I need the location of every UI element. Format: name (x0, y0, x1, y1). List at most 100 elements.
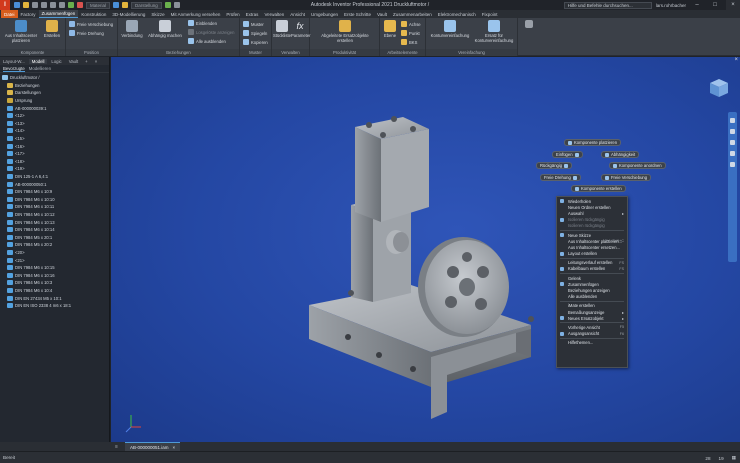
appearance-icon[interactable] (122, 2, 129, 8)
pattern-button[interactable]: Muster (243, 21, 264, 27)
ribbon-tab[interactable]: Factory (18, 10, 39, 18)
marking-menu-undo[interactable]: Rückgängig (536, 162, 573, 169)
tree-node[interactable]: DIN 7984 M6 x 10:13 (0, 218, 109, 226)
update-icon[interactable] (77, 2, 83, 8)
save-icon[interactable] (32, 2, 38, 8)
browser-tab[interactable]: Modell (28, 58, 48, 64)
marking-menu-place-component[interactable]: Komponente platzieren (564, 139, 622, 146)
marking-menu-paste[interactable]: Einfügen (552, 151, 583, 158)
tree-node[interactable]: DIN EN 27434 M5 x 10:1 (0, 294, 109, 302)
steering-wheel-icon[interactable] (730, 118, 735, 123)
return-icon[interactable] (68, 2, 74, 8)
tree-node[interactable]: DIN 7984 M6 x 10:11 (0, 203, 109, 211)
copy-button[interactable]: Kopieren (243, 39, 268, 45)
context-menu-item[interactable]: Kabelbaum erstellen FS (557, 266, 627, 272)
hide-all-button[interactable]: Alle ausblenden (188, 38, 226, 44)
ribbon-tab[interactable]: Datei (1, 10, 18, 18)
minimize-icon[interactable]: – (690, 0, 704, 10)
tree-node[interactable]: <15> (0, 135, 109, 143)
help-search-input[interactable]: Hilfe und Befehle durchsuchen... (563, 1, 652, 9)
constrain-button[interactable]: Abhängig machen (146, 20, 184, 38)
tree-node[interactable]: AB-000000050:1 (0, 180, 109, 188)
document-tab-close-icon[interactable]: × (173, 445, 176, 450)
ribbon-tab[interactable]: Ansicht (287, 10, 308, 18)
marking-menu-free-rotate[interactable]: Freie Drehung (540, 174, 581, 181)
context-menu-item[interactable]: Hilfethemen... (557, 340, 627, 346)
tree-node[interactable]: DIN 7984 M6 x 10:9 (0, 188, 109, 196)
viewcube[interactable] (708, 77, 730, 99)
navigation-bar[interactable] (728, 112, 737, 262)
browser-tab[interactable]: + (82, 59, 91, 64)
orbit-icon[interactable] (730, 151, 735, 156)
open-file-icon[interactable] (23, 2, 29, 8)
parameters-button[interactable]: fx Parameter (291, 20, 311, 38)
close-icon[interactable]: × (726, 0, 740, 10)
browser-tab[interactable]: Vault (66, 59, 81, 64)
cylinder-front[interactable] (355, 127, 381, 222)
show-button[interactable]: Einblenden (188, 20, 217, 26)
tree-node[interactable]: DIN 125-1 A 6,4:1 (0, 173, 109, 181)
tree-node[interactable]: Darstellungen (0, 89, 109, 97)
ribbon-tab[interactable]: Skizze (148, 10, 167, 18)
ribbon-tab[interactable]: Prüfen (223, 10, 242, 18)
ribbon-tab[interactable]: Extras (243, 10, 262, 18)
marking-menu-free-move[interactable]: Freie Verschiebung (601, 174, 652, 181)
ribbon-tab[interactable]: Zusammenarbeiten (390, 10, 435, 18)
tree-node[interactable]: DIN 7984 M6 x 10:16 (0, 271, 109, 279)
tree-node[interactable]: <12> (0, 112, 109, 120)
context-menu-item[interactable]: Layout erstellen (557, 251, 627, 257)
assembly-model[interactable] (111, 57, 740, 442)
joint-button[interactable]: Verbindung (120, 20, 144, 38)
tree-node[interactable]: <19> (0, 165, 109, 173)
new-file-icon[interactable] (14, 2, 20, 8)
measure-icon[interactable] (173, 2, 180, 8)
tree-node[interactable]: <14> (0, 127, 109, 135)
tree-node[interactable]: DIN 7984 M6 x 10:4 (0, 287, 109, 295)
tree-node[interactable]: DIN 7984 M5 x 20:1 (0, 233, 109, 241)
tree-node[interactable]: <17> (0, 150, 109, 158)
appearance-dropdown[interactable]: Darstellung (131, 1, 162, 9)
tab-menu-icon[interactable]: ≡ (115, 444, 118, 450)
browser-tab[interactable]: Layout-W... (0, 59, 28, 64)
marking-menu-constraint[interactable]: Abhängigkeit (601, 151, 640, 158)
tree-node[interactable]: <21> (0, 256, 109, 264)
cylinder-side[interactable] (381, 129, 429, 222)
axis-button[interactable]: Achse (401, 21, 421, 27)
ribbon-tab[interactable]: Vault (374, 10, 390, 18)
marking-menu-arrange[interactable]: Komponente anordnen (609, 162, 666, 169)
tree-node[interactable]: <13> (0, 120, 109, 128)
derived-substitutes-button[interactable]: Abgeleitete Ersatzobjekte erstellen (314, 20, 376, 43)
browser-tab[interactable]: Logic (48, 59, 64, 64)
free-move-button[interactable]: Freie Verschiebung (69, 21, 113, 27)
user-name[interactable]: lars.rohrbacher (656, 3, 686, 8)
ribbon-tab[interactable]: Konstruktion (78, 10, 109, 18)
tree-node[interactable]: DIN 7984 M6 x 10:15 (0, 264, 109, 272)
show-sick-button[interactable]: Losgelöste anzeigen (188, 29, 234, 35)
tree-node[interactable]: DIN EN ISO 2338 4 m6 x 18:1 (0, 302, 109, 310)
plane-button[interactable]: Ebene (381, 20, 399, 38)
undo-icon[interactable] (41, 2, 47, 8)
tree-node[interactable]: DIN 7984 M5 x 20:2 (0, 241, 109, 249)
tree-node[interactable]: <20> (0, 249, 109, 257)
tree-node[interactable]: <18> (0, 158, 109, 166)
redo-icon[interactable] (50, 2, 56, 8)
context-menu-item[interactable]: Ausgangsansicht F6 (557, 331, 627, 337)
zoom-icon[interactable] (730, 140, 735, 145)
graphics-viewport[interactable]: × Komponente platzieren Einfügen Abhängi… (111, 57, 740, 442)
mirror-button[interactable]: Spiegeln (243, 30, 267, 36)
free-rotate-button[interactable]: Freie Drehung (69, 30, 104, 36)
ribbon-tab[interactable]: Elektromechanisch (435, 10, 479, 18)
context-menu-item[interactable]: Alle ausblenden (557, 294, 627, 300)
context-menu-item[interactable]: Neues Ersatzobjekt ▸ (557, 315, 627, 321)
ribbon-tab[interactable]: Zusammenfügen (38, 10, 79, 18)
material-dropdown[interactable]: Material (86, 1, 111, 9)
point-button[interactable]: Punkt (401, 30, 420, 36)
ribbon-tab[interactable]: Fixpoint (479, 10, 501, 18)
browser-tab[interactable]: × (92, 59, 101, 64)
shrinkwrap-button[interactable]: Konturvereinfachung (428, 20, 472, 38)
pan-icon[interactable] (730, 129, 735, 134)
create-component-button[interactable]: Erstellen (41, 20, 63, 38)
tree-node[interactable]: Ursprung (0, 97, 109, 105)
marking-menu-create-component[interactable]: Komponente erstellen (571, 185, 626, 192)
subtab-modellieren[interactable]: Modellieren (29, 66, 51, 71)
